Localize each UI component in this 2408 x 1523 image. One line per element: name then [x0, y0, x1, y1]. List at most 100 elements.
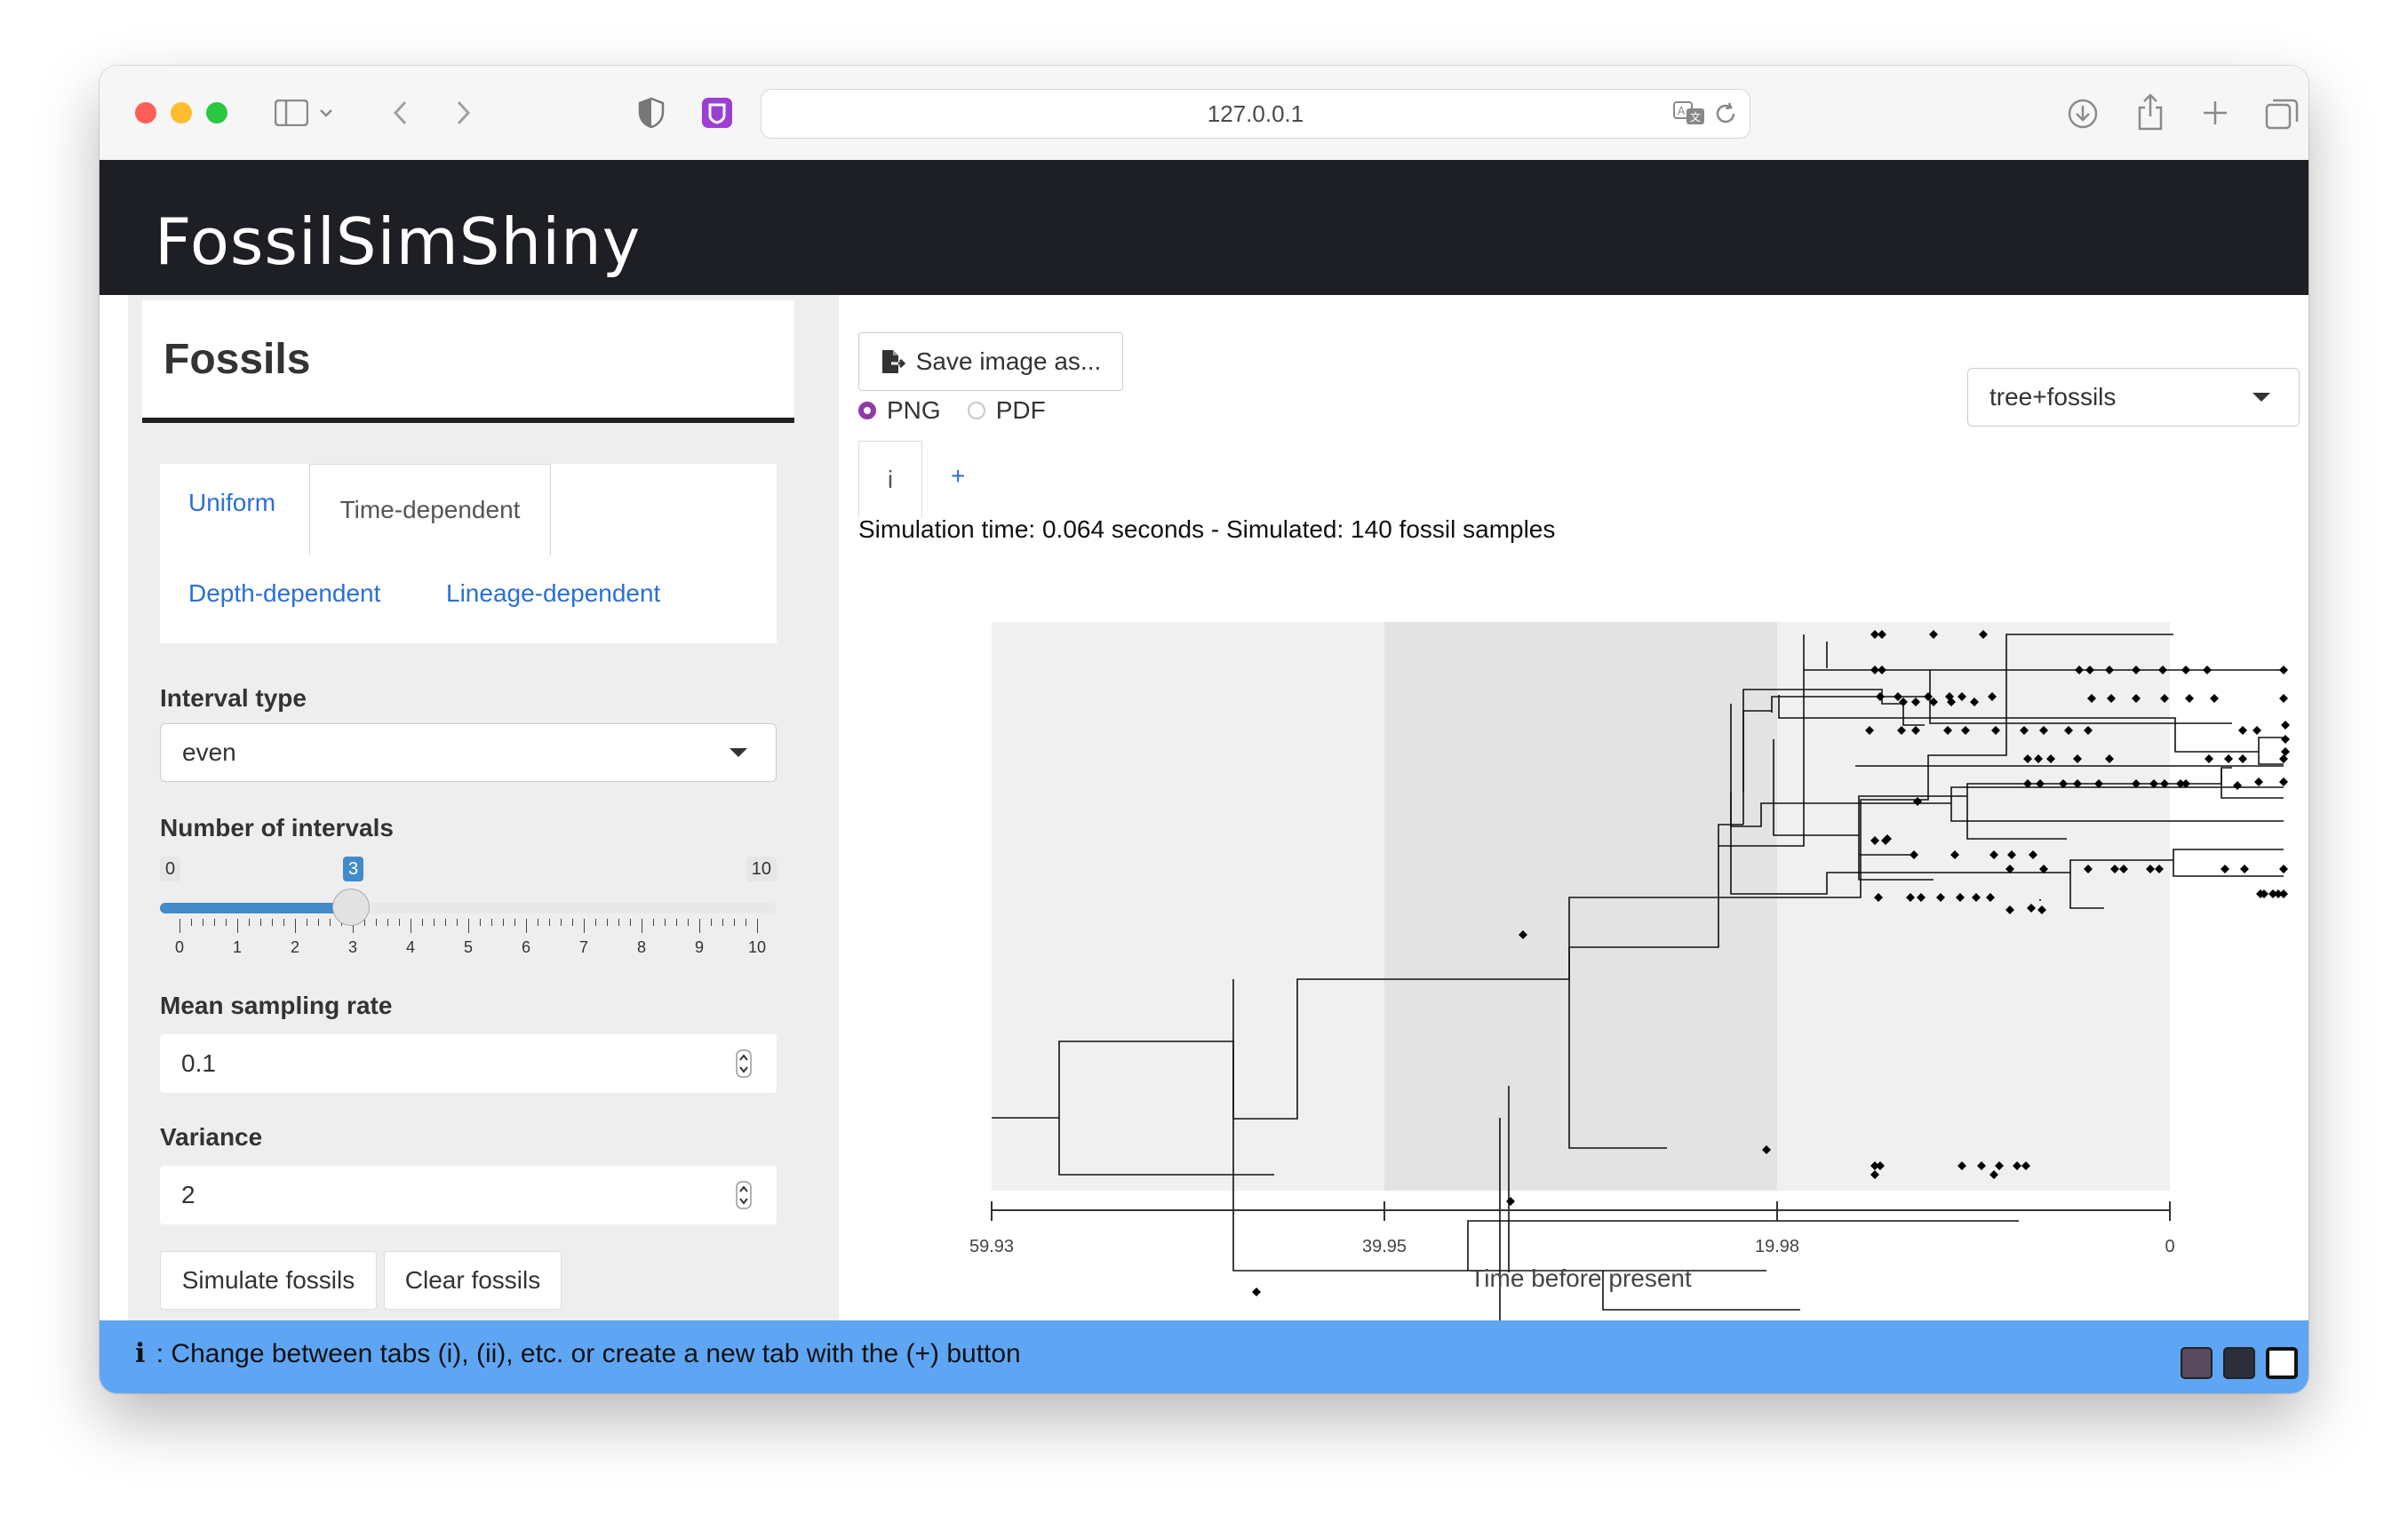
fossil-sample-point [1252, 1288, 1261, 1296]
fossil-sample-point [2238, 726, 2247, 735]
slider-handle[interactable] [332, 889, 370, 926]
slider-tick [630, 919, 631, 926]
radio-pdf[interactable] [967, 402, 985, 419]
interval-band-1 [992, 622, 1384, 1191]
slider-tick [260, 919, 261, 926]
url-bar[interactable]: 127.0.0.1 A文 [761, 89, 1750, 139]
panel-title-text: Fossils [163, 335, 311, 383]
new-tab-icon[interactable] [2200, 98, 2230, 128]
help-text: : Change between tabs (i), (ii), etc. or… [155, 1339, 1021, 1368]
slider-tick [376, 919, 377, 926]
tab-uniform[interactable]: Uniform [188, 489, 275, 517]
slider-tick [526, 919, 527, 933]
interval-type-label: Interval type [160, 684, 307, 712]
fossil-sample-point [2210, 694, 2219, 703]
file-export-icon [881, 350, 905, 373]
theme-swatch-1[interactable] [2181, 1347, 2213, 1379]
fossil-sample-point [2221, 865, 2229, 873]
slider-tick [445, 919, 446, 926]
slider-tick-label: 1 [232, 938, 243, 956]
slider-tick [688, 919, 689, 926]
mean-sampling-rate-label: Mean sampling rate [160, 992, 393, 1019]
num-intervals-slider[interactable]: 0 3 10 0 1 2 3 4 5 6 7 8 9 10 [160, 857, 777, 963]
close-window-button[interactable] [135, 102, 156, 124]
back-icon[interactable] [389, 98, 411, 128]
fossil-sample-point [2240, 865, 2249, 873]
tab-depth-dependent[interactable]: Depth-dependent [188, 579, 380, 608]
plot-type-select[interactable]: tree+fossils [1967, 368, 2300, 427]
slider-tick [318, 919, 319, 926]
slider-tick-label: 6 [521, 938, 531, 956]
plot-tab-i[interactable]: i [858, 441, 922, 518]
slider-tick [561, 919, 562, 926]
help-banner-text: i : Change between tabs (i), (ii), etc. … [135, 1338, 1021, 1369]
x-tick-label: 39.95 [1362, 1237, 1407, 1256]
slider-tick [387, 919, 388, 926]
tab-time-dependent[interactable]: Time-dependent [309, 464, 551, 555]
tab-overview-icon[interactable] [2264, 96, 2300, 132]
minimize-window-button[interactable] [171, 102, 192, 124]
slider-tick [249, 919, 250, 926]
slider-tick [422, 919, 423, 926]
fossil-sample-point [2233, 781, 2242, 790]
x-tick-label: 19.98 [1755, 1237, 1799, 1256]
save-image-button[interactable]: Save image as... [858, 332, 1123, 391]
interval-type-select[interactable]: even [160, 723, 777, 782]
variance-label: Variance [160, 1123, 263, 1151]
slider-tick [595, 919, 596, 926]
interval-band-3 [1777, 622, 2170, 1191]
app-logo[interactable]: FossilSimShiny [155, 160, 641, 295]
browser-window: 127.0.0.1 A文 FossilSimShiny Fossils Unif… [100, 66, 2308, 1393]
caret-down-icon [2253, 393, 2270, 402]
radio-png[interactable] [858, 402, 876, 419]
mean-sampling-rate-input[interactable]: 0.1 [160, 1034, 777, 1093]
shield-icon[interactable] [636, 96, 666, 130]
download-icon[interactable] [2065, 96, 2101, 132]
simulate-fossils-button[interactable]: Simulate fossils [160, 1251, 377, 1310]
slider-tick-label: 9 [694, 938, 705, 956]
slider-tick [399, 919, 400, 926]
add-plot-tab-button[interactable]: + [951, 462, 965, 490]
extension-icon[interactable] [700, 96, 734, 130]
slider-tick-label: 10 [747, 938, 767, 956]
maximize-window-button[interactable] [206, 102, 227, 124]
fossil-sample-point [2253, 726, 2261, 735]
reload-icon[interactable] [1714, 102, 1737, 132]
fossil-sample-point [2279, 666, 2288, 674]
slider-tick [699, 919, 700, 933]
format-radio-group: PNG PDF [858, 396, 1046, 425]
clear-fossils-button[interactable]: Clear fossils [384, 1251, 562, 1310]
spinner-icon[interactable] [736, 1049, 752, 1078]
fossil-sample-point [2279, 889, 2288, 898]
fossil-sample-point [2281, 747, 2290, 756]
plot-type-value: tree+fossils [1989, 383, 2117, 411]
slider-max-badge: 10 [746, 857, 777, 881]
forward-icon[interactable] [453, 98, 474, 128]
num-intervals-label: Number of intervals [160, 814, 394, 841]
slider-tick [734, 919, 735, 926]
theme-swatch-3[interactable] [2266, 1347, 2298, 1379]
mean-sampling-rate-value: 0.1 [181, 1049, 216, 1077]
slider-tick [584, 919, 585, 933]
fossil-sample-point [2224, 754, 2233, 763]
theme-swatch-2[interactable] [2223, 1347, 2255, 1379]
slider-min-badge: 0 [160, 857, 181, 881]
chevron-down-icon[interactable] [318, 105, 334, 121]
slider-tick [179, 919, 180, 933]
sidebar-toggle-icon[interactable] [274, 98, 309, 128]
help-banner: i : Change between tabs (i), (ii), etc. … [100, 1320, 2308, 1393]
spinner-icon[interactable] [736, 1181, 752, 1209]
slider-tick [480, 919, 481, 926]
radio-pdf-label: PDF [995, 396, 1046, 424]
slider-tick [237, 919, 238, 933]
share-icon[interactable] [2134, 92, 2166, 132]
tab-lineage-dependent[interactable]: Lineage-dependent [446, 579, 660, 608]
translate-icon[interactable]: A文 [1673, 100, 1705, 132]
slider-tick-label: 2 [290, 938, 300, 956]
fossil-sample-point [1506, 1197, 1515, 1206]
slider-tick-label: 4 [405, 938, 416, 956]
tab-time-dependent-label: Time-dependent [339, 496, 521, 523]
simulation-status: Simulation time: 0.064 seconds - Simulat… [858, 515, 1556, 543]
slider-tick [283, 919, 284, 926]
variance-input[interactable]: 2 [160, 1166, 777, 1224]
